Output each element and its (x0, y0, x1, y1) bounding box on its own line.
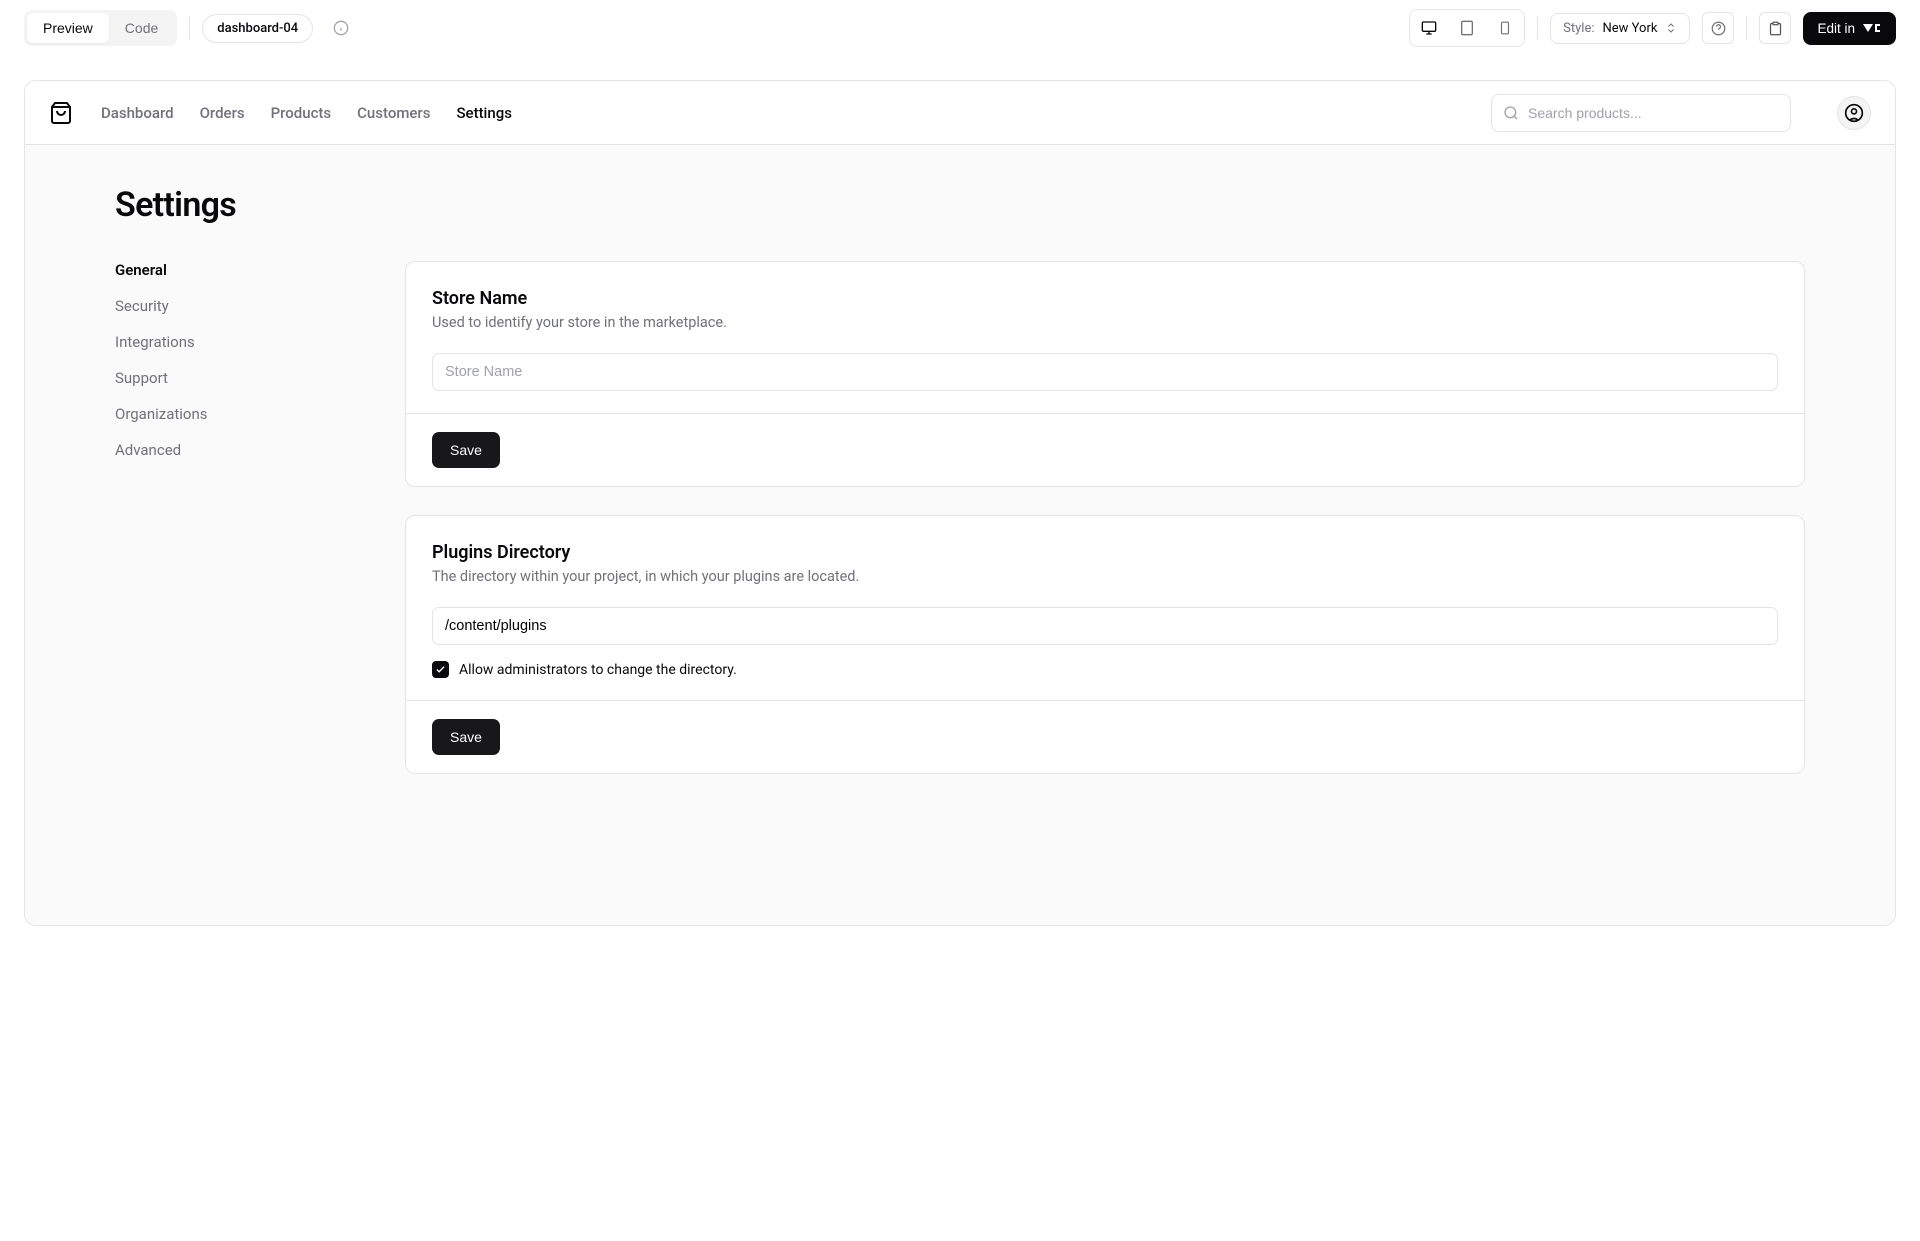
style-value: New York (1603, 21, 1658, 36)
style-label: Style: (1563, 21, 1594, 36)
help-icon[interactable] (1702, 12, 1734, 44)
nav-customers[interactable]: Customers (357, 104, 430, 122)
search-input[interactable] (1491, 94, 1791, 132)
style-select[interactable]: Style: New York (1550, 13, 1690, 44)
allow-admin-label: Allow administrators to change the direc… (459, 662, 737, 678)
tablet-device-button[interactable] (1448, 10, 1486, 46)
info-icon[interactable] (325, 12, 357, 44)
card-title: Plugins Directory (432, 542, 1778, 563)
nav-orders[interactable]: Orders (200, 104, 245, 122)
side-nav-integrations[interactable]: Integrations (115, 333, 365, 351)
store-name-input[interactable] (432, 353, 1778, 391)
side-nav-advanced[interactable]: Advanced (115, 441, 365, 459)
settings-side-nav: General Security Integrations Support Or… (115, 261, 365, 774)
plugins-directory-input[interactable] (432, 607, 1778, 645)
mobile-device-button[interactable] (1486, 10, 1524, 46)
side-nav-security[interactable]: Security (115, 297, 365, 315)
card-description: The directory within your project, in wh… (432, 568, 1778, 585)
plugins-directory-card: Plugins Directory The directory within y… (405, 515, 1805, 774)
side-nav-general[interactable]: General (115, 261, 365, 279)
search-icon (1503, 105, 1519, 121)
code-tab[interactable]: Code (109, 13, 174, 43)
user-circle-icon (1844, 103, 1864, 123)
preview-frame: Dashboard Orders Products Customers Sett… (24, 80, 1896, 926)
component-name-badge: dashboard-04 (202, 14, 313, 43)
edit-in-button[interactable]: Edit in (1803, 12, 1896, 45)
side-nav-support[interactable]: Support (115, 369, 365, 387)
check-icon (435, 664, 446, 675)
toolbar: Preview Code dashboard-04 Style: New Yor… (0, 0, 1920, 56)
copy-button[interactable] (1759, 12, 1791, 44)
device-toggle (1409, 9, 1525, 47)
allow-admin-checkbox[interactable] (432, 661, 449, 678)
nav-dashboard[interactable]: Dashboard (101, 104, 174, 122)
user-avatar-button[interactable] (1837, 96, 1871, 130)
content: Settings General Security Integrations S… (25, 145, 1895, 925)
view-toggle: Preview Code (24, 10, 177, 46)
main-nav: Dashboard Orders Products Customers Sett… (101, 104, 512, 122)
nav-settings[interactable]: Settings (456, 104, 512, 122)
chevron-sort-icon (1665, 22, 1677, 34)
nav-products[interactable]: Products (271, 104, 332, 122)
store-logo-icon[interactable] (49, 101, 73, 125)
preview-tab[interactable]: Preview (27, 13, 109, 43)
desktop-device-button[interactable] (1410, 10, 1448, 46)
page-title: Settings (115, 185, 1805, 225)
store-name-card: Store Name Used to identify your store i… (405, 261, 1805, 487)
divider (1746, 17, 1747, 39)
card-description: Used to identify your store in the marke… (432, 314, 1778, 331)
app-header: Dashboard Orders Products Customers Sett… (25, 81, 1895, 145)
v0-logo-icon (1862, 22, 1882, 34)
search-wrap (1491, 94, 1791, 132)
divider (1537, 17, 1538, 39)
save-store-button[interactable]: Save (432, 432, 500, 468)
side-nav-organizations[interactable]: Organizations (115, 405, 365, 423)
divider (189, 17, 190, 39)
save-plugins-button[interactable]: Save (432, 719, 500, 755)
card-title: Store Name (432, 288, 1778, 309)
cards: Store Name Used to identify your store i… (405, 261, 1805, 774)
